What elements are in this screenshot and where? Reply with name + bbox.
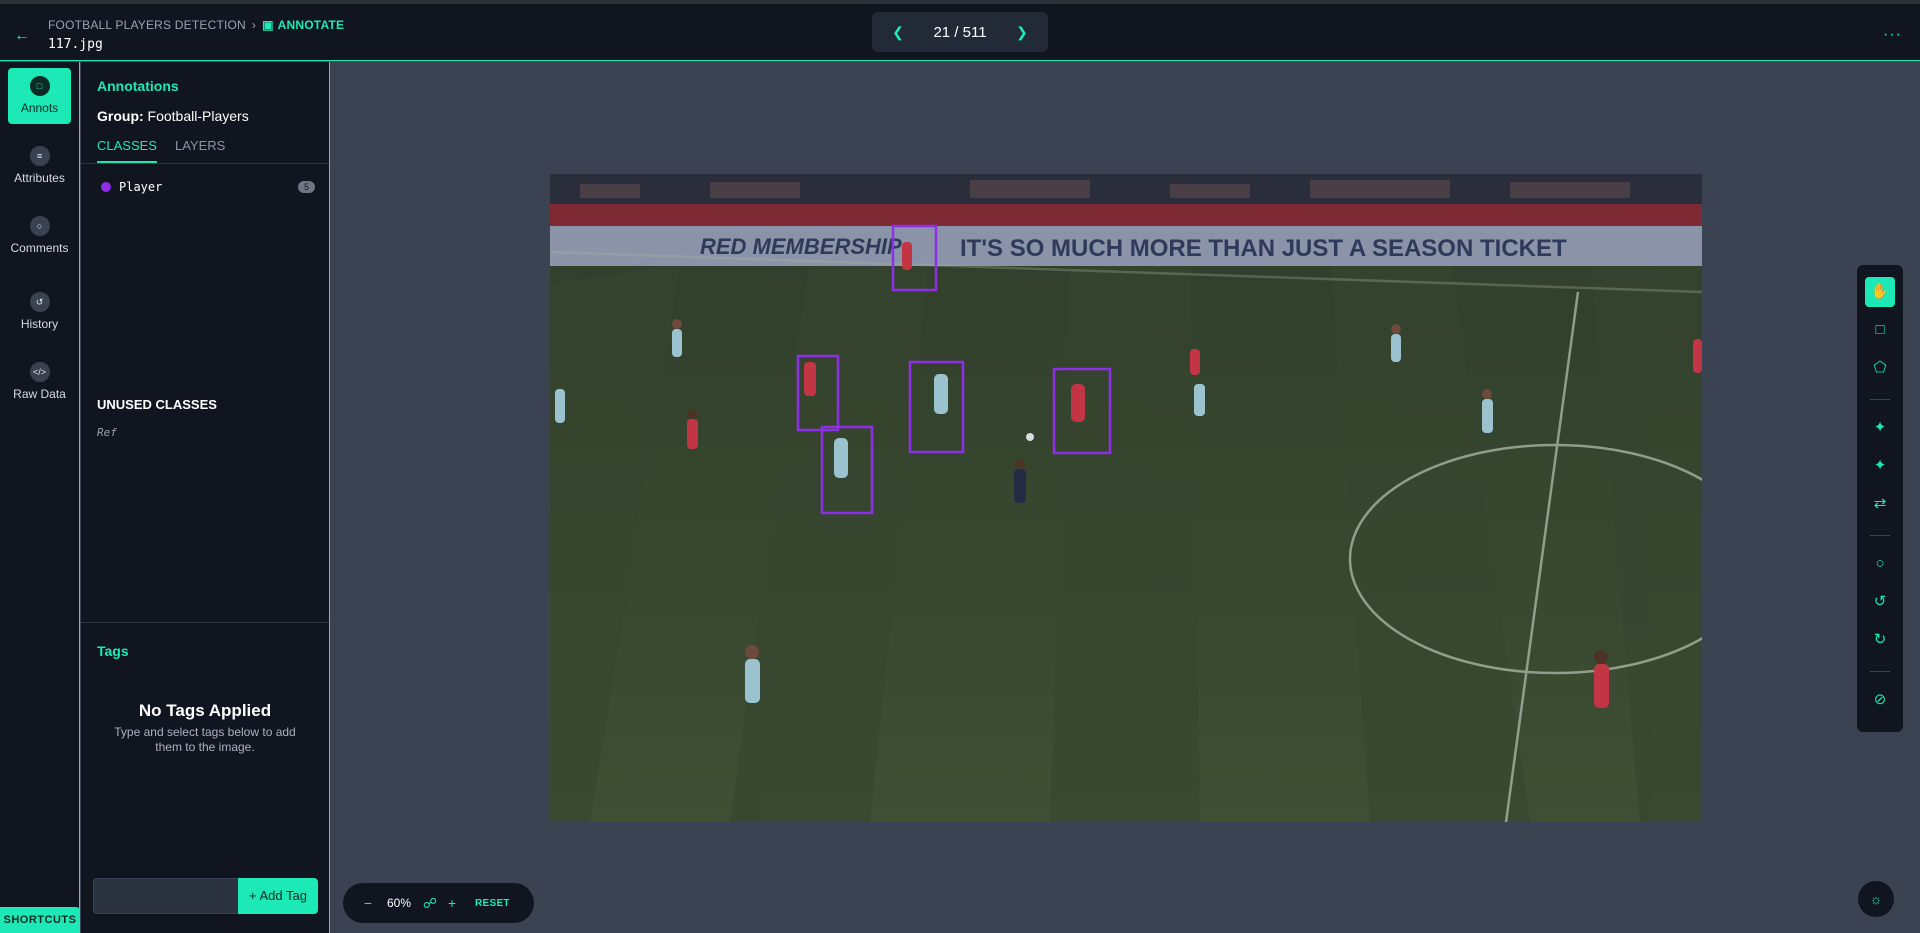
back-arrow-icon[interactable]: ← — [14, 26, 34, 46]
top-header: ← FOOTBALL PLAYERS DETECTION › ▣ ANNOTAT… — [0, 4, 1920, 61]
tags-title: Tags — [97, 643, 129, 659]
magic-wand-icon[interactable]: ✦ — [1865, 451, 1895, 481]
zoom-controls: − 60% ☍ + RESET — [343, 883, 534, 923]
rail-item-comments[interactable]: ○ Comments — [8, 208, 71, 264]
class-color-dot — [101, 182, 111, 192]
annotation-toolbar: ✋ □ ⬠ ✦ ✦ ⇄ ○ ↺ ↻ ⊘ — [1857, 265, 1903, 732]
breadcrumb-mode-label: ANNOTATE — [277, 18, 345, 32]
more-options-icon[interactable]: ··· — [1883, 26, 1902, 44]
rail-item-raw-data[interactable]: </> Raw Data — [8, 354, 71, 410]
rail-item-label: Annots — [20, 101, 59, 115]
tab-classes[interactable]: CLASSES — [97, 138, 157, 163]
rail-item-label: History — [20, 317, 59, 331]
code-icon: </> — [29, 362, 50, 382]
tags-section: Tags No Tags Applied Type and select tag… — [81, 622, 329, 933]
redo-icon[interactable]: ↻ — [1865, 625, 1895, 655]
annotation-canvas[interactable]: RED MEMBERSHIP IT'S SO MUCH MORE THAN JU… — [331, 62, 1920, 933]
chevron-right-icon: › — [251, 18, 257, 32]
no-tags-description: Type and select tags below to add them t… — [114, 725, 296, 754]
file-name: 117.jpg — [48, 37, 103, 52]
pan-hand-icon[interactable]: ✋ — [1865, 277, 1895, 307]
breadcrumb-project[interactable]: FOOTBALL PLAYERS DETECTION — [48, 18, 246, 32]
reset-zoom-button[interactable]: RESET — [475, 898, 510, 909]
rail-item-attributes[interactable]: ≡ Attributes — [8, 138, 71, 194]
previous-image-icon[interactable]: ❮ — [890, 24, 906, 41]
lock-icon[interactable]: ☍ — [419, 895, 441, 912]
svg-text:IT'S SO MUCH MORE THAN JUST A: IT'S SO MUCH MORE THAN JUST A SEASON TIC… — [960, 235, 1567, 262]
class-name: Player — [119, 180, 163, 194]
class-count-badge: 5 — [297, 181, 315, 193]
image-pager: ❮ 21 / 511 ❯ — [872, 12, 1048, 52]
group-value: Football-Players — [147, 108, 249, 124]
zoom-in-icon[interactable]: + — [441, 895, 463, 911]
group-label: Group: — [97, 108, 144, 124]
rail-item-label: Raw Data — [13, 387, 66, 401]
rail-item-annots[interactable]: □ Annots — [8, 68, 71, 124]
breadcrumb-mode: ▣ ANNOTATE — [262, 18, 344, 32]
next-image-icon[interactable]: ❯ — [1014, 24, 1030, 41]
rail-item-label: Comments — [10, 241, 69, 255]
panel-title: Annotations — [97, 78, 179, 94]
toolbar-divider — [1870, 671, 1890, 672]
group-info: Group: Football-Players — [97, 108, 249, 124]
tab-layers[interactable]: LAYERS — [175, 138, 225, 161]
list-icon: ≡ — [29, 146, 50, 166]
panel-tabs: CLASSES LAYERS — [81, 138, 329, 164]
unused-classes-heading: UNUSED CLASSES — [97, 397, 217, 412]
repeat-icon[interactable]: ⇄ — [1865, 489, 1895, 519]
comment-icon[interactable]: ○ — [1865, 549, 1895, 579]
annotate-icon: ▣ — [262, 18, 274, 32]
add-tag-button[interactable]: + Add Tag — [238, 878, 318, 914]
toolbar-divider — [1870, 535, 1890, 536]
class-row-player[interactable]: Player 5 — [101, 178, 315, 196]
smart-select-icon[interactable]: ✦ — [1865, 413, 1895, 443]
bounding-box-icon[interactable]: □ — [1865, 315, 1895, 345]
tag-input[interactable] — [93, 878, 239, 914]
no-tags-title: No Tags Applied — [138, 701, 272, 720]
shortcuts-button[interactable]: SHORTCUTS — [0, 907, 80, 933]
zoom-level: 60% — [386, 896, 412, 910]
rail-item-label: Attributes — [14, 171, 65, 185]
unused-class-ref[interactable]: Ref — [97, 426, 117, 439]
undo-icon[interactable]: ↺ — [1865, 587, 1895, 617]
comment-icon: ○ — [29, 216, 50, 236]
settings-sun-icon[interactable]: ☼ — [1858, 881, 1894, 917]
soccer-field-image: RED MEMBERSHIP IT'S SO MUCH MORE THAN JU… — [550, 174, 1702, 822]
left-rail: □ Annots ≡ Attributes ○ Comments ↺ Histo… — [0, 62, 80, 933]
annotations-icon: □ — [29, 76, 50, 96]
svg-text:RED MEMBERSHIP: RED MEMBERSHIP — [700, 234, 902, 259]
polygon-icon[interactable]: ⬠ — [1865, 353, 1895, 383]
image-counter: 21 / 511 — [933, 23, 987, 41]
zoom-out-icon[interactable]: − — [357, 895, 379, 911]
breadcrumb: FOOTBALL PLAYERS DETECTION › ▣ ANNOTATE — [48, 18, 344, 32]
rail-item-history[interactable]: ↺ History — [8, 284, 71, 340]
field-image-svg: RED MEMBERSHIP IT'S SO MUCH MORE THAN JU… — [550, 174, 1702, 822]
hide-annotations-icon[interactable]: ⊘ — [1865, 685, 1895, 715]
annotations-panel: Annotations Group: Football-Players CLAS… — [81, 62, 330, 933]
toolbar-divider — [1870, 399, 1890, 400]
history-icon: ↺ — [29, 292, 50, 312]
